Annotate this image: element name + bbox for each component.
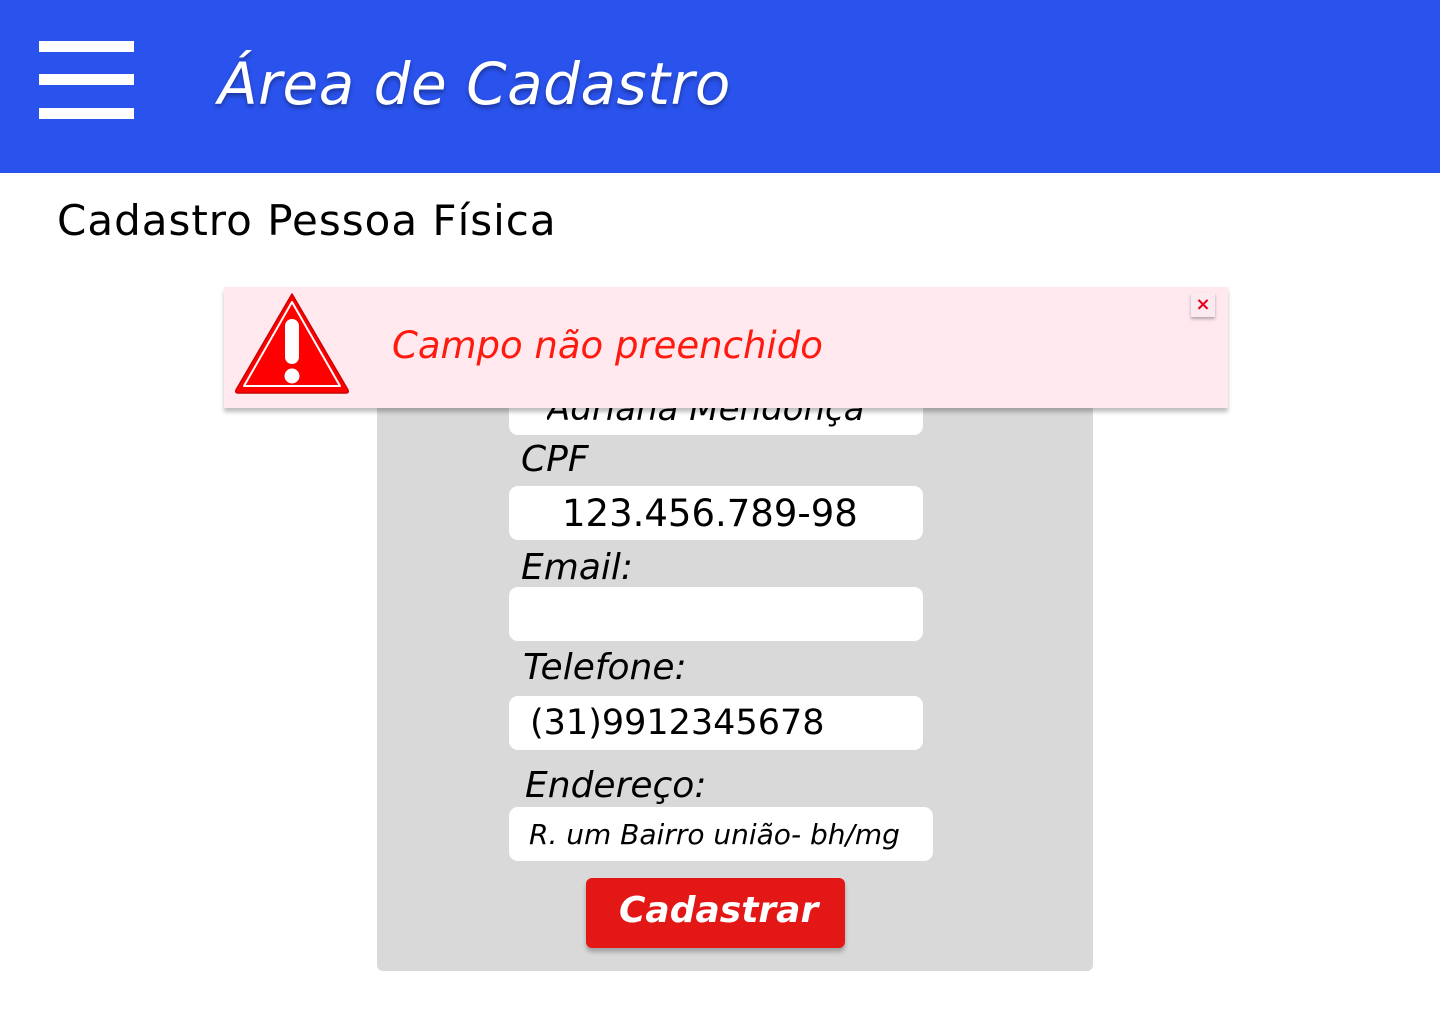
cpf-label: CPF [521,439,589,480]
email-input[interactable] [509,587,923,641]
error-alert: Campo não preenchido × [224,287,1228,408]
email-label: Email: [521,547,634,588]
close-icon[interactable]: × [1191,293,1215,317]
cpf-input[interactable] [509,486,923,540]
warning-triangle-icon [232,289,352,395]
app-title: Área de Cadastro [218,50,731,118]
address-input[interactable] [509,807,933,861]
hamburger-menu-icon[interactable] [39,41,134,119]
phone-label: Telefone: [523,647,687,688]
page-title: Cadastro Pessoa Física [57,196,557,245]
menu-bar [39,74,134,85]
address-label: Endereço: [525,765,707,806]
alert-message: Campo não preenchido [392,324,823,367]
phone-input[interactable] [509,696,923,750]
app-header: Área de Cadastro [0,0,1440,173]
submit-button[interactable]: Cadastrar [586,878,845,948]
menu-bar [39,41,134,52]
menu-bar [39,108,134,119]
